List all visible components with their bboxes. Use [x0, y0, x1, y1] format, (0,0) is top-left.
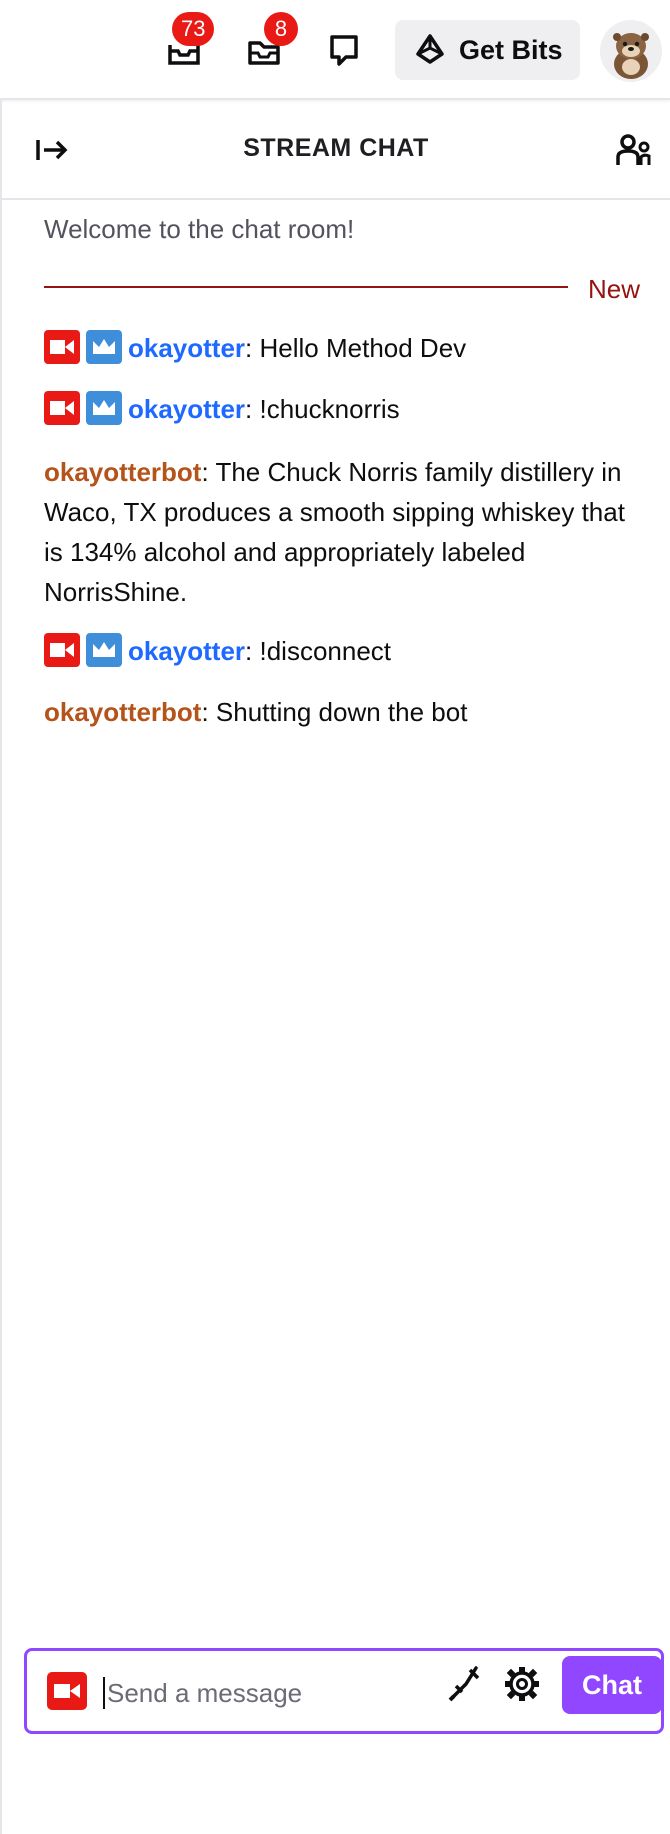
chat-header: STREAM CHAT — [2, 100, 670, 200]
top-nav: 73 8 Get Bits — [0, 0, 670, 100]
chat-message: okayotter: !chucknorris — [44, 389, 644, 429]
message-separator: : — [245, 394, 260, 424]
broadcaster-badge-icon[interactable] — [44, 633, 80, 667]
new-messages-divider — [44, 286, 568, 288]
message-separator: : — [245, 636, 260, 666]
new-messages-label: New — [588, 274, 641, 304]
chat-message-input[interactable]: Send a message — [103, 1677, 302, 1709]
broadcaster-badge-icon[interactable] — [47, 1672, 87, 1710]
chat-message: okayotter: Hello Method Dev — [44, 328, 644, 368]
moderator-badge-icon[interactable] — [86, 391, 122, 425]
community-button[interactable] — [612, 130, 656, 170]
inbox-count-badge: 73 — [172, 12, 215, 46]
chat-message: okayotterbot: Shutting down the bot — [44, 692, 644, 732]
drops-button[interactable]: 8 — [242, 12, 298, 72]
broadcaster-badge-icon[interactable] — [44, 330, 80, 364]
bits-cheer-icon[interactable] — [444, 1664, 484, 1704]
user-avatar[interactable] — [600, 20, 662, 82]
community-icon — [616, 134, 651, 165]
send-chat-button[interactable]: Chat — [562, 1656, 662, 1714]
chat-username[interactable]: okayotter — [128, 333, 245, 363]
whispers-icon — [330, 35, 358, 66]
chat-username[interactable]: okayotter — [128, 394, 245, 424]
message-separator: : — [201, 697, 216, 727]
moderator-badge-icon[interactable] — [86, 330, 122, 364]
get-bits-button[interactable]: Get Bits — [395, 20, 580, 80]
chat-settings-gear-icon[interactable] — [502, 1664, 542, 1704]
broadcaster-badge-icon[interactable] — [44, 391, 80, 425]
message-text: !disconnect — [259, 636, 392, 666]
chat-panel: STREAM CHAT Welcome to the chat room! Ne… — [0, 100, 670, 1834]
message-text: Shutting down the bot — [215, 697, 468, 727]
message-text: Hello Method Dev — [259, 333, 467, 363]
whispers-button[interactable] — [322, 28, 366, 72]
chat-username[interactable]: okayotterbot — [44, 697, 201, 727]
chat-username[interactable]: okayotter — [128, 636, 245, 666]
message-separator: : — [201, 457, 216, 487]
otter-avatar-icon — [600, 20, 662, 82]
inbox-button[interactable]: 73 — [162, 12, 215, 72]
chat-message: okayotter: !disconnect — [44, 631, 644, 671]
drops-count-badge: 8 — [264, 12, 298, 46]
message-separator: : — [245, 333, 260, 363]
get-bits-label: Get Bits — [459, 34, 563, 65]
message-text: !chucknorris — [259, 394, 400, 424]
welcome-message: Welcome to the chat room! — [44, 214, 355, 244]
chat-username[interactable]: okayotterbot — [44, 457, 201, 487]
chat-title: STREAM CHAT — [243, 134, 429, 162]
moderator-badge-icon[interactable] — [86, 633, 122, 667]
chat-message: okayotterbot: The Chuck Norris family di… — [44, 452, 644, 612]
bits-icon — [416, 34, 444, 64]
